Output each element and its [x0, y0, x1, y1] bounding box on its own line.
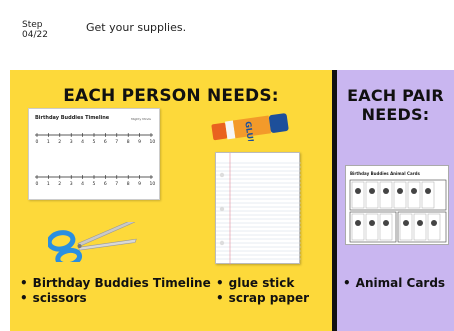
timeline-tick-label: 9: [138, 181, 141, 187]
timeline-tick-label: 6: [104, 181, 107, 187]
pair-items-list: Animal Cards: [343, 276, 445, 291]
list-item: Birthday Buddies Timeline: [20, 276, 211, 291]
list-item: Animal Cards: [343, 276, 445, 291]
timeline-tick-label: 5: [93, 181, 96, 187]
timeline-tick-label: 10: [150, 139, 156, 145]
list-item: scissors: [20, 291, 211, 306]
person-items-list-left: Birthday Buddies Timeline scissors: [20, 276, 211, 306]
timeline-tick-label: 8: [127, 181, 130, 187]
timeline-tick-label: 8: [127, 139, 130, 145]
timeline-tick-label: 0: [36, 139, 39, 145]
timeline-tick-label: 1: [47, 139, 50, 145]
timeline-tick-label: 2: [58, 139, 61, 145]
timeline-tick-label: 2: [58, 181, 61, 187]
timeline-tick-label: 10: [150, 181, 156, 187]
timeline-worksheet-icon: Birthday Buddies Timeline Mighty Minds 0…: [28, 108, 160, 200]
each-pair-heading: EACH PAIR NEEDS:: [347, 86, 444, 124]
step-number: 04/22: [22, 30, 48, 40]
timeline-tick-label: 4: [81, 139, 84, 145]
timeline-tick-label: 0: [36, 181, 39, 187]
timeline-tick-label: 3: [70, 139, 73, 145]
timeline-tick-label: 4: [81, 181, 84, 187]
timeline-tick-label: 9: [138, 139, 141, 145]
timeline-tick-label: 3: [70, 181, 73, 187]
timeline-tick-label: 7: [115, 139, 118, 145]
timeline-tick-label: 1: [47, 181, 50, 187]
list-item: scrap paper: [216, 291, 309, 306]
timeline-tick-label: 6: [104, 139, 107, 145]
glue-stick-icon: GLUE: [211, 113, 289, 141]
each-person-heading: EACH PERSON NEEDS:: [63, 86, 279, 106]
timeline-tick-label: 7: [115, 181, 118, 187]
animal-cards-icon: Birthday Buddies Animal Cards: [345, 165, 449, 245]
step-label: Step: [22, 20, 43, 30]
step-indicator: Step 04/22: [22, 20, 48, 40]
list-item: glue stick: [216, 276, 309, 291]
scrap-paper-icon: [215, 152, 301, 265]
timeline-lines: 0 1 2 3 4 5 6 7 8 9 10 0 1 2 3 4 5 6 7 8 9 10: [35, 133, 156, 187]
step-header: Step 04/22 Get your supplies.: [0, 0, 454, 70]
scissors-icon: [48, 222, 137, 262]
step-instruction: Get your supplies.: [86, 21, 187, 34]
person-items-list-right: glue stick scrap paper: [216, 276, 309, 306]
timeline-tick-label: 5: [93, 139, 96, 145]
